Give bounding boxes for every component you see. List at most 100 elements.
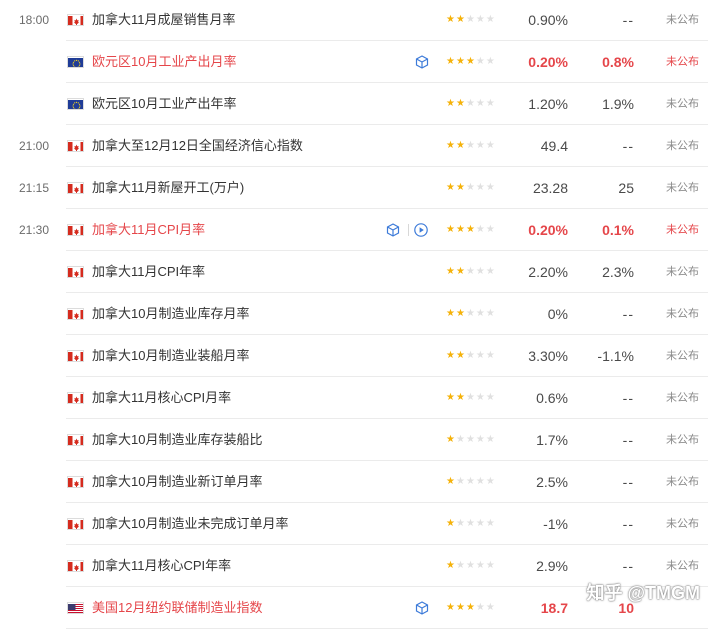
star-icon: ★ [446, 560, 456, 571]
consensus-value: -- [622, 390, 634, 406]
star-icon: ★ [485, 98, 496, 109]
event-title[interactable]: 加拿大至12月12日全国经济信心指数 [92, 125, 303, 167]
cube-icon[interactable] [414, 600, 430, 616]
event-row[interactable]: 加拿大10月制造业库存月率 ★★★★★ 0% -- 未公布 [0, 293, 708, 335]
star-icon: ★ [465, 560, 476, 571]
flag-ca-icon [67, 476, 84, 488]
event-row[interactable]: 21:30 加拿大11月CPI月率 ★★★★★ 0.20% 0.1% 未公布 [0, 209, 708, 251]
previous-value: 49.4 [540, 138, 568, 154]
event-row[interactable]: 21:00 加拿大至12月12日全国经济信心指数 ★★★★★ 49.4 -- 未公布 [0, 125, 708, 167]
previous-value: 2.9% [536, 558, 568, 574]
flag-ca-icon [67, 560, 84, 572]
star-icon: ★ [475, 392, 486, 403]
actual-value: 未公布 [666, 518, 699, 530]
event-title[interactable]: 加拿大11月新屋开工(万户) [92, 167, 244, 209]
importance-stars: ★★★★★ [446, 587, 496, 629]
icon-separator [408, 224, 409, 236]
previous-value: 0.6% [536, 390, 568, 406]
event-row[interactable]: 加拿大10月制造业未完成订单月率 ★★★★★ -1% -- 未公布 [0, 503, 708, 545]
star-icon: ★ [465, 308, 476, 319]
star-icon: ★ [475, 224, 486, 235]
star-icon: ★ [465, 98, 476, 109]
star-icon: ★ [455, 308, 466, 319]
event-title[interactable]: 加拿大11月CPI年率 [92, 251, 205, 293]
event-title[interactable]: 加拿大11月核心CPI月率 [92, 377, 231, 419]
event-title[interactable]: 欧元区10月工业产出年率 [92, 83, 236, 125]
star-icon: ★ [475, 266, 486, 277]
star-icon: ★ [465, 434, 476, 445]
actual-value: 未公布 [666, 98, 699, 110]
event-title[interactable]: 加拿大10月制造业新订单月率 [92, 461, 262, 503]
star-icon: ★ [465, 56, 476, 67]
importance-stars: ★★★★★ [446, 0, 496, 41]
flag-ca-icon [67, 182, 84, 194]
star-icon: ★ [446, 98, 456, 109]
star-icon: ★ [455, 224, 466, 235]
event-row[interactable]: 加拿大10月制造业新订单月率 ★★★★★ 2.5% -- 未公布 [0, 461, 708, 503]
star-icon: ★ [446, 476, 456, 487]
star-icon: ★ [485, 518, 496, 529]
event-title[interactable]: 美国12月纽约联储制造业指数 [92, 587, 262, 629]
star-icon: ★ [485, 224, 496, 235]
event-row[interactable]: 加拿大10月制造业库存装船比 ★★★★★ 1.7% -- 未公布 [0, 419, 708, 461]
flag-ca-icon [67, 518, 84, 530]
star-icon: ★ [485, 434, 496, 445]
event-title[interactable]: 加拿大10月制造业装船月率 [92, 335, 249, 377]
actual-value: 未公布 [666, 350, 699, 362]
star-icon: ★ [446, 140, 456, 151]
consensus-value: -- [622, 12, 634, 28]
event-title[interactable]: 加拿大10月制造业未完成订单月率 [92, 503, 288, 545]
previous-value: 1.20% [528, 96, 568, 112]
play-icon[interactable] [413, 222, 429, 238]
flag-ca-icon [67, 350, 84, 362]
star-icon: ★ [446, 182, 456, 193]
event-title[interactable]: 加拿大11月核心CPI年率 [92, 545, 231, 587]
event-title[interactable]: 加拿大10月制造业库存月率 [92, 293, 249, 335]
event-row[interactable]: 加拿大11月核心CPI月率 ★★★★★ 0.6% -- 未公布 [0, 377, 708, 419]
star-icon: ★ [485, 602, 496, 613]
star-icon: ★ [455, 476, 466, 487]
previous-value: 0% [547, 306, 568, 322]
star-icon: ★ [485, 14, 496, 25]
importance-stars: ★★★★★ [446, 419, 496, 461]
importance-stars: ★★★★★ [446, 251, 496, 293]
event-row[interactable]: 欧元区10月工业产出年率 ★★★★★ 1.20% 1.9% 未公布 [0, 83, 708, 125]
star-icon: ★ [485, 308, 496, 319]
star-icon: ★ [475, 308, 486, 319]
star-icon: ★ [446, 56, 456, 67]
importance-stars: ★★★★★ [446, 545, 496, 587]
consensus-value: -- [622, 516, 634, 532]
consensus-value: -- [622, 432, 634, 448]
importance-stars: ★★★★★ [446, 503, 496, 545]
actual-value: 未公布 [666, 266, 699, 278]
event-row[interactable]: 21:15 加拿大11月新屋开工(万户) ★★★★★ 23.28 25 未公布 [0, 167, 708, 209]
event-row[interactable]: 欧元区10月工业产出月率 ★★★★★ 0.20% 0.8% 未公布 [0, 41, 708, 83]
flag-ca-icon [67, 224, 84, 236]
star-icon: ★ [446, 602, 456, 613]
flag-ca-icon [67, 392, 84, 404]
event-row[interactable]: 加拿大10月制造业装船月率 ★★★★★ 3.30% -1.1% 未公布 [0, 335, 708, 377]
previous-value: 1.7% [536, 432, 568, 448]
star-icon: ★ [465, 140, 476, 151]
flag-eu-icon [67, 56, 84, 68]
event-title[interactable]: 加拿大10月制造业库存装船比 [92, 419, 262, 461]
cube-icon[interactable] [414, 54, 430, 70]
event-title[interactable]: 欧元区10月工业产出月率 [92, 41, 236, 83]
star-icon: ★ [465, 518, 476, 529]
star-icon: ★ [475, 140, 486, 151]
star-icon: ★ [465, 350, 476, 361]
actual-value: 未公布 [666, 56, 699, 68]
event-time: 18:00 [19, 13, 50, 27]
actual-value: 未公布 [666, 140, 699, 152]
event-title[interactable]: 加拿大11月成屋销售月率 [92, 0, 236, 41]
event-row[interactable]: 18:00 加拿大11月成屋销售月率 ★★★★★ 0.90% -- 未公布 [0, 0, 708, 41]
consensus-value: -- [622, 306, 634, 322]
consensus-value: 1.9% [602, 96, 634, 112]
event-row[interactable]: 加拿大11月CPI年率 ★★★★★ 2.20% 2.3% 未公布 [0, 251, 708, 293]
importance-stars: ★★★★★ [446, 83, 496, 125]
actual-value: 未公布 [666, 14, 699, 26]
previous-value: -1% [543, 516, 568, 532]
cube-icon[interactable] [385, 222, 401, 238]
event-title[interactable]: 加拿大11月CPI月率 [92, 209, 205, 251]
star-icon: ★ [465, 182, 476, 193]
